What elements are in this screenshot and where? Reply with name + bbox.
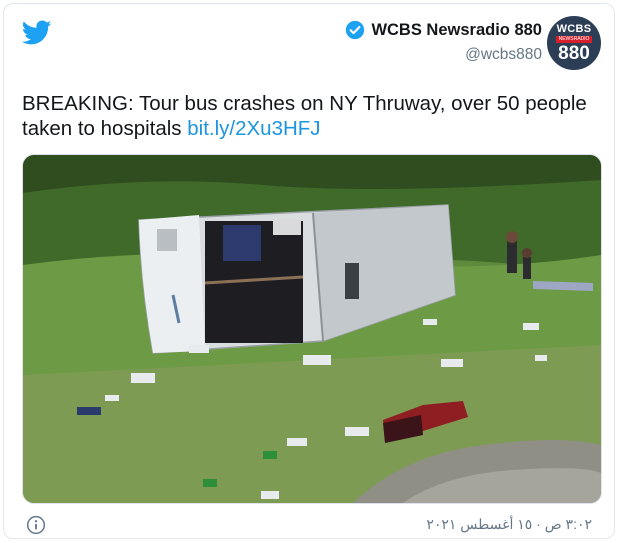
account-info[interactable]: WCBS Newsradio 880 @wcbs880 bbox=[345, 20, 542, 64]
tweet-card[interactable]: WCBS Newsradio 880 @wcbs880 WCBS NEWSRAD… bbox=[3, 3, 615, 539]
avatar-text-middle: NEWSRADIO bbox=[555, 35, 593, 43]
account-handle[interactable]: @wcbs880 bbox=[345, 46, 542, 64]
tweet-photo[interactable] bbox=[22, 154, 602, 504]
twitter-bird-icon[interactable] bbox=[22, 20, 52, 46]
tweet-timestamp[interactable]: ٣:٠٢ ص · ١٥ أغسطس ٢٠٢١ bbox=[426, 516, 592, 533]
avatar-text-number: 880 bbox=[558, 42, 590, 64]
avatar[interactable]: WCBS NEWSRADIO 880 bbox=[547, 16, 601, 70]
info-icon[interactable] bbox=[26, 515, 46, 535]
tweet-text: BREAKING: Tour bus crashes on NY Thruway… bbox=[22, 91, 597, 141]
display-name[interactable]: WCBS Newsradio 880 bbox=[371, 21, 542, 40]
verified-badge-icon bbox=[346, 20, 365, 40]
bus-crash-photo bbox=[23, 155, 601, 503]
avatar-text-top: WCBS bbox=[556, 22, 592, 35]
tweet-link[interactable]: bit.ly/2Xu3HFJ bbox=[187, 117, 320, 140]
